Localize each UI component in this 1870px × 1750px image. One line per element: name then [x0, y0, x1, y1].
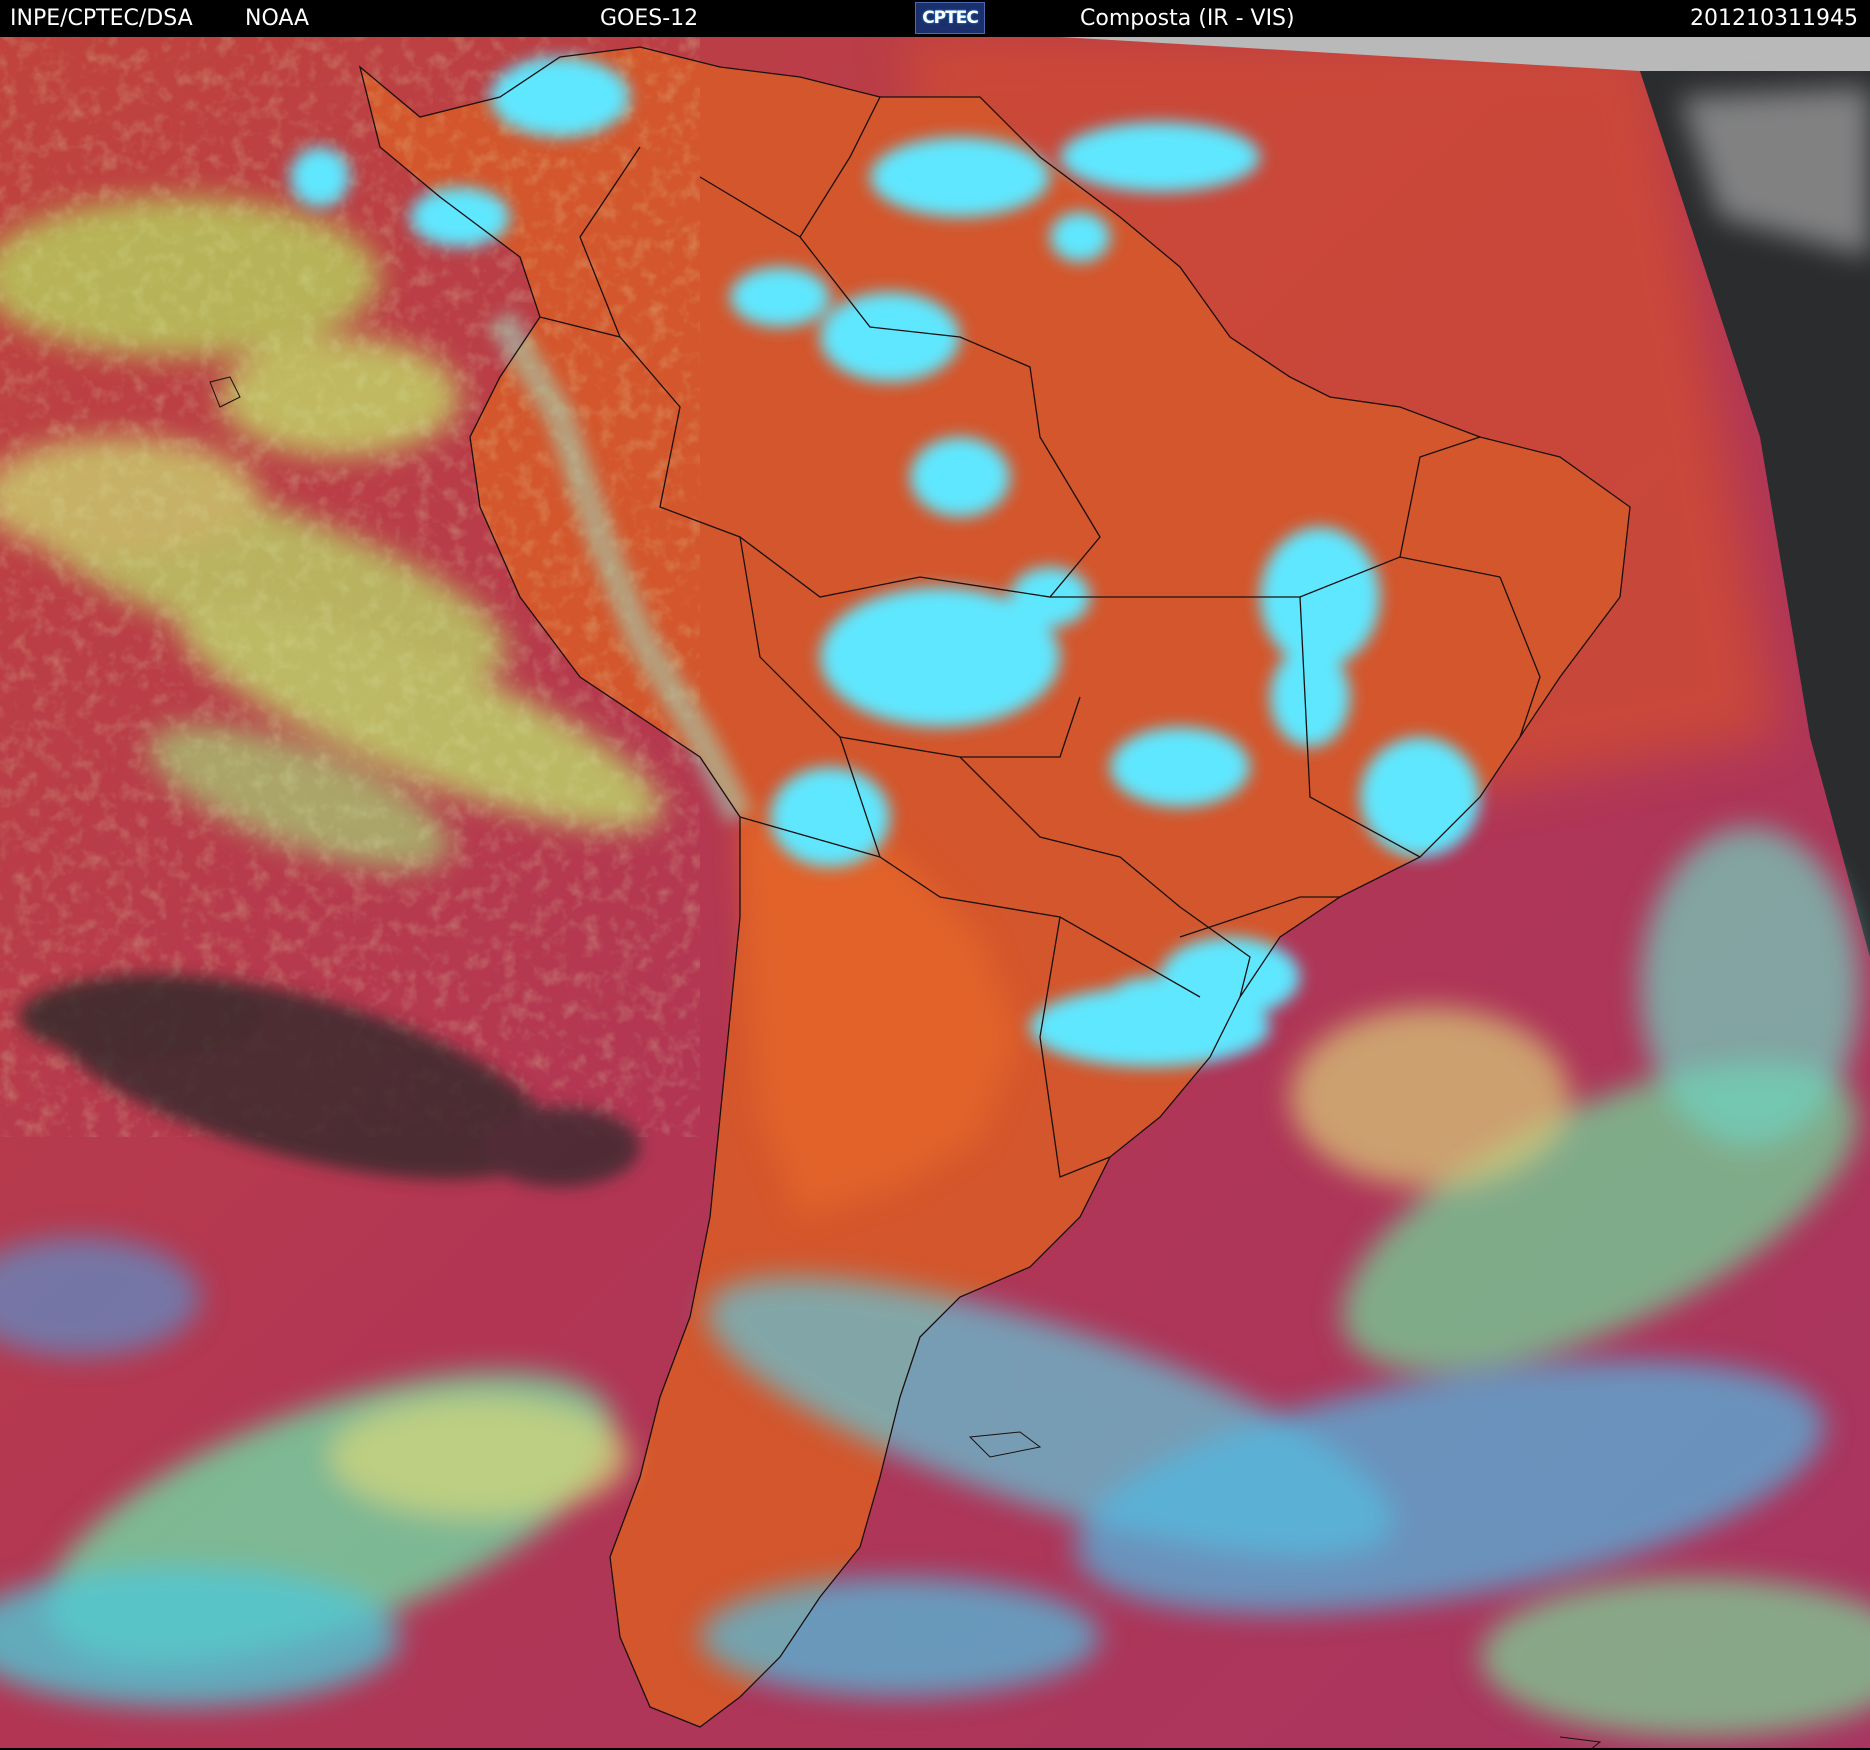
logo-text: CPTEC [922, 8, 979, 28]
cptec-logo: CPTEC [915, 2, 985, 34]
institution-label: INPE/CPTEC/DSA [10, 6, 193, 31]
cloud-texture [0, 37, 700, 1137]
timestamp-label: 201210311945 [1690, 6, 1858, 31]
satellite-image [0, 37, 1870, 1750]
agency-label: NOAA [245, 6, 310, 31]
header-bar: INPE/CPTEC/DSA NOAA GOES-12 CPTEC Compos… [0, 0, 1870, 37]
product-label: Composta (IR - VIS) [1080, 6, 1295, 31]
satellite-label: GOES-12 [600, 6, 699, 31]
